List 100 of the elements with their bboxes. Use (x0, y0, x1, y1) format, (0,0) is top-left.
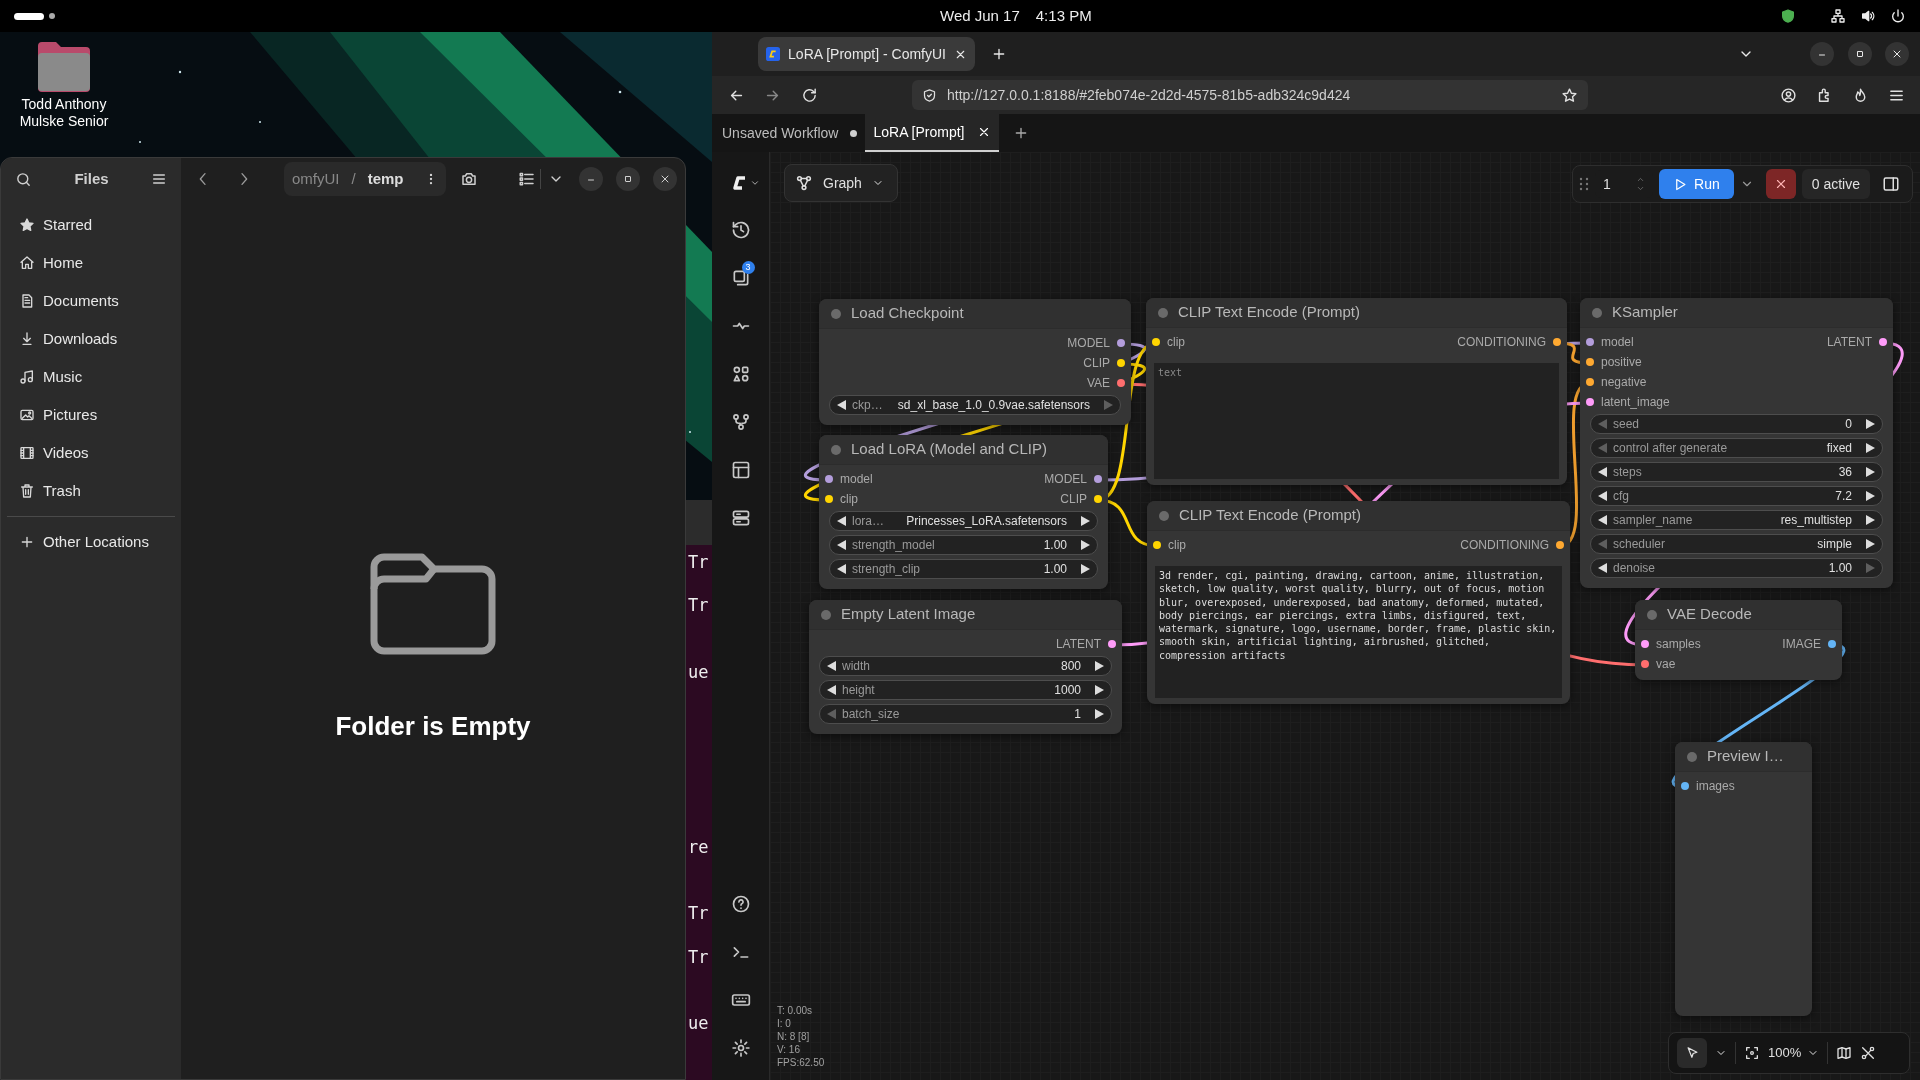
account-icon[interactable] (1780, 86, 1797, 104)
right-arrow-icon[interactable] (1081, 540, 1090, 550)
clock-date[interactable]: Wed Jun 17 (940, 4, 1020, 28)
run-button[interactable]: Run (1659, 169, 1734, 199)
bookmark-star-icon[interactable] (1561, 86, 1578, 104)
widget-control[interactable]: lora… Princesses_LoRA.safetensors (829, 511, 1098, 531)
power-icon[interactable] (1890, 8, 1906, 24)
right-arrow-icon[interactable] (1866, 443, 1875, 453)
left-arrow-icon[interactable] (1598, 563, 1607, 573)
workspace-indicator[interactable] (49, 13, 55, 19)
templates-icon[interactable] (730, 460, 751, 480)
browser-tab[interactable]: LoRA [Prompt] - ComfyUI (758, 37, 975, 71)
right-arrow-icon[interactable] (1866, 515, 1875, 525)
right-arrow-icon[interactable] (1081, 564, 1090, 574)
widget-control[interactable]: cfg 7.2 (1590, 486, 1883, 506)
fit-view-icon[interactable] (1744, 1045, 1760, 1061)
history-icon[interactable] (730, 220, 751, 240)
zoom-button[interactable]: 100% (1768, 1043, 1820, 1063)
right-arrow-icon[interactable] (1081, 516, 1090, 526)
workflow-tab[interactable]: LoRA [Prompt] (865, 114, 999, 152)
minimize-button[interactable] (579, 167, 603, 191)
settings-icon[interactable] (730, 1038, 751, 1058)
close-button[interactable] (653, 167, 677, 191)
view-mode-button[interactable]: Graph (784, 164, 898, 202)
minimap-icon[interactable] (1836, 1045, 1853, 1061)
widget-control[interactable]: steps 36 (1590, 462, 1883, 482)
address-bar[interactable]: http://127.0.0.1:8188/#2feb074e-2d2d-4575-81b5-adb324c9d424 (912, 80, 1588, 110)
graph-canvas[interactable] (770, 152, 1920, 1080)
widget-control[interactable]: sampler_name res_multistep (1590, 510, 1883, 530)
right-arrow-icon[interactable] (1095, 661, 1104, 671)
sidebar-item[interactable]: Trash (7, 472, 175, 510)
widget-control[interactable]: height 1000 (819, 680, 1112, 700)
close-button[interactable] (1885, 42, 1909, 66)
right-arrow-icon[interactable] (1866, 467, 1875, 477)
right-arrow-icon[interactable] (1095, 685, 1104, 695)
help-icon[interactable] (730, 894, 751, 914)
widget-control[interactable]: denoise 1.00 (1590, 558, 1883, 578)
workflow-tab[interactable]: Unsaved Workflow (714, 114, 866, 152)
node-card[interactable]: Preview I… images (1675, 742, 1812, 1016)
node-card[interactable]: CLIP Text Encode (Prompt) clip CONDITIONING text (1146, 298, 1567, 485)
workspace-indicator[interactable] (14, 12, 44, 20)
right-arrow-icon[interactable] (1866, 419, 1875, 429)
drag-handle-icon[interactable] (1579, 177, 1590, 191)
right-arrow-icon[interactable] (1866, 539, 1875, 549)
menu-icon[interactable] (151, 171, 167, 187)
hide-links-icon[interactable] (1860, 1045, 1877, 1061)
list-view-icon[interactable] (518, 170, 536, 188)
left-arrow-icon[interactable] (837, 564, 846, 574)
select-tool-button[interactable] (1677, 1038, 1707, 1068)
path-segment[interactable]: omfyUI (292, 167, 340, 191)
left-arrow-icon[interactable] (837, 400, 846, 410)
volume-icon[interactable] (1860, 8, 1876, 24)
widget-control[interactable]: strength_model 1.00 (829, 535, 1098, 555)
node-card[interactable]: VAE Decode samples IMAGE vae (1635, 600, 1842, 680)
widget-control[interactable]: control after generate fixed (1590, 438, 1883, 458)
shield-icon[interactable] (1780, 8, 1796, 24)
desktop-icon-label[interactable]: Todd Anthony Mulske Senior (8, 96, 120, 130)
right-arrow-icon[interactable] (1866, 491, 1875, 501)
reload-icon[interactable] (801, 86, 818, 104)
node-card[interactable]: Load LoRA (Model and CLIP) model MODEL clip CLIP lora… Princesses_LoRA.safetensors strength_model 1.00 strength_clip 1.00 (819, 435, 1108, 589)
left-arrow-icon[interactable] (1598, 467, 1607, 477)
search-icon[interactable] (15, 170, 32, 188)
node-title[interactable]: KSampler (1612, 301, 1678, 324)
maximize-button[interactable] (1848, 42, 1872, 66)
prompt-text-field[interactable]: 3d render, cgi, painting, drawing, cartoon, anime, illustration, sketch, low quality, worst quality, blurry, out of focus, motion blur, overexposed, underexposed, bad anatomy, deformed, mutated, body piercings, ear piercings, extra limbs, disfigured, text, watermark, signature, logo, username, border, frame, plastic skin, smooth skin, artificial lighting, airbrushed, glitched, compression artifacts (1155, 566, 1562, 698)
widget-control[interactable]: batch_size 1 (819, 704, 1112, 724)
workflows-icon[interactable] (730, 412, 751, 432)
left-arrow-icon[interactable] (1598, 491, 1607, 501)
maximize-button[interactable] (616, 167, 640, 191)
widget-control[interactable]: strength_clip 1.00 (829, 559, 1098, 579)
left-arrow-icon[interactable] (1598, 515, 1607, 525)
sidebar-item[interactable]: Pictures (7, 396, 175, 434)
widget-control[interactable]: seed 0 (1590, 414, 1883, 434)
widget-control[interactable]: scheduler simple (1590, 534, 1883, 554)
sidebar-item[interactable]: Videos (7, 434, 175, 472)
path-segment[interactable]: temp (367, 167, 404, 191)
prompt-text-field[interactable]: text (1154, 363, 1559, 479)
site-info-icon[interactable] (922, 87, 937, 103)
left-arrow-icon[interactable] (827, 661, 836, 671)
cancel-button[interactable] (1765, 169, 1796, 199)
sidebar-item[interactable]: Downloads (7, 320, 175, 358)
sidebar-item[interactable]: Other Locations (7, 523, 175, 561)
network-icon[interactable] (1830, 8, 1846, 24)
active-queue-button[interactable]: 0 active (1801, 169, 1870, 199)
left-arrow-icon[interactable] (837, 516, 846, 526)
sidebar-item[interactable]: Home (7, 244, 175, 282)
new-tab-icon[interactable] (991, 46, 1007, 62)
sidebar-item[interactable]: Documents (7, 282, 175, 320)
widget-control[interactable]: width 800 (819, 656, 1112, 676)
minimize-button[interactable] (1810, 42, 1834, 66)
clock-time[interactable]: 4:13 PM (1035, 4, 1092, 28)
sidebar-item[interactable]: Music (7, 358, 175, 396)
right-arrow-icon[interactable] (1095, 709, 1104, 719)
left-arrow-icon[interactable] (837, 540, 846, 550)
node-card[interactable]: Empty Latent Image LATENT width 800 height 1000 batch_size 1 (809, 600, 1122, 734)
node-card[interactable] (1147, 501, 1570, 704)
widget-control[interactable]: ckp… sd_xl_base_1.0_0.9vae.safetensors (829, 395, 1121, 415)
folder-icon[interactable] (35, 40, 93, 92)
node-card[interactable]: KSampler model LATENT positive negative latent_image seed 0 control after generate fixed steps 36 cfg 7.2 sampler_name res_multistep scheduler simple denoise 1.00 (1580, 298, 1893, 588)
toggle-panel-icon[interactable] (1882, 175, 1900, 193)
